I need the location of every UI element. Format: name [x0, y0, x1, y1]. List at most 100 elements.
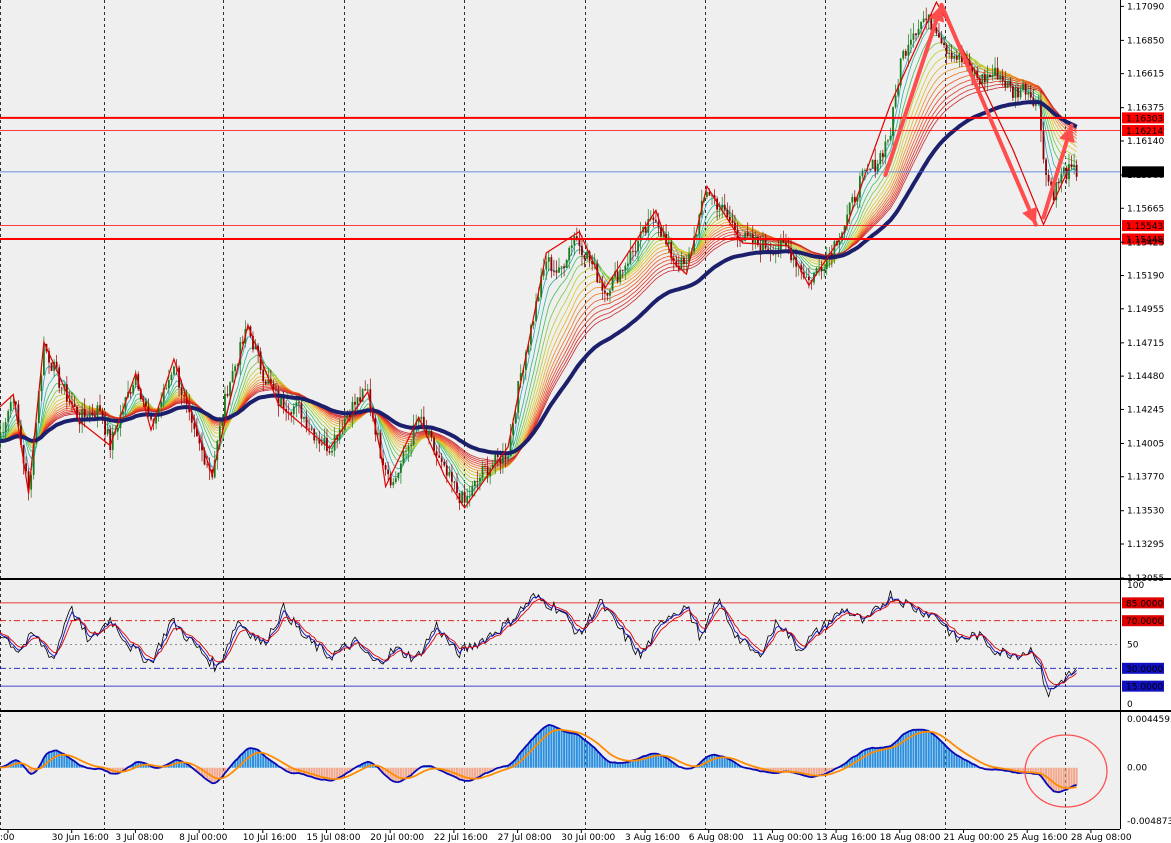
price-tick-label: 1.14955 — [1127, 305, 1164, 315]
candle-body — [473, 481, 476, 487]
price-tick-label: 1.13295 — [1127, 540, 1164, 550]
candle-body — [206, 464, 208, 466]
candle-body — [838, 240, 841, 246]
macd-hist-bar — [932, 734, 935, 768]
time-tick-label: 3 Aug 16:00 — [625, 833, 680, 843]
macd-hist-bar — [940, 741, 943, 768]
candle-body — [871, 159, 874, 169]
candle-body — [884, 141, 887, 157]
candle-body — [2, 432, 4, 434]
macd-hist-bar — [65, 756, 68, 768]
candle-body — [986, 75, 989, 83]
price-axis: 1.163031.162141.159221.155431.154481.170… — [1120, 2, 1171, 827]
macd-hist-bar — [463, 767, 466, 781]
macd-hist-bar — [1073, 767, 1076, 786]
candle-body — [407, 446, 410, 451]
candle-body — [920, 22, 922, 29]
macd-hist-bar — [596, 750, 599, 768]
candle-body — [881, 153, 884, 157]
candle-body — [55, 361, 58, 368]
candle-body — [869, 168, 871, 170]
macd-hist-bar — [313, 767, 316, 778]
macd-hist-bar — [1065, 767, 1068, 790]
candle-body — [264, 381, 267, 384]
candle-body — [879, 153, 882, 165]
candle-body — [938, 33, 940, 38]
candle-body — [708, 191, 711, 196]
candle-body — [397, 472, 400, 479]
macd-hist-bar — [565, 732, 568, 768]
time-tick-label: 8 Jul 00:00 — [179, 833, 228, 843]
time-tick-label: 3 Jul 08:00 — [115, 833, 164, 843]
candle-body — [851, 196, 854, 203]
macd-hist-bar — [904, 733, 907, 768]
macd-hist-bar — [593, 747, 596, 768]
macd-hist-bar — [318, 767, 321, 780]
macd-hist-bar — [723, 757, 726, 768]
macd-hist-bar — [820, 767, 823, 776]
candle-body — [1017, 87, 1019, 98]
candle-body — [346, 414, 349, 419]
macd-hist-bar — [945, 746, 948, 768]
candle-body — [805, 276, 808, 278]
candle-body — [463, 491, 466, 503]
candle-body — [624, 265, 627, 271]
candle-body — [7, 411, 10, 423]
macd-hist-bar — [310, 767, 313, 777]
macd-hist-bar — [886, 746, 889, 768]
macd-hist-bar — [466, 767, 469, 781]
candle-body — [604, 290, 606, 293]
macd-hist-bar — [583, 739, 586, 768]
candle-body — [683, 257, 685, 264]
price-tick-label: 1.16140 — [1127, 137, 1164, 147]
macd-hist-bar — [547, 724, 550, 768]
candle-body — [331, 450, 333, 453]
osc-tick-label: 100 — [1127, 581, 1144, 591]
time-tick-label: 15 Jul 08:00 — [307, 833, 361, 843]
macd-hist-bar — [899, 736, 902, 768]
macd-hist-bar — [927, 730, 930, 768]
macd-hist-bar — [259, 752, 262, 768]
candle-body — [328, 451, 331, 453]
macd-hist-bar — [588, 743, 591, 768]
candle-body — [333, 435, 336, 451]
candle-body — [565, 260, 568, 268]
time-tick-label: :00 — [0, 833, 15, 843]
trading-chart[interactable]: 1.163031.162141.159221.155431.154481.170… — [0, 0, 1171, 843]
candle-body — [484, 465, 486, 467]
candle-body — [359, 397, 361, 402]
candle-body — [655, 220, 657, 222]
candle-body — [629, 250, 632, 264]
candle-body — [308, 428, 310, 430]
candle-body — [570, 245, 573, 248]
candle-body — [262, 369, 265, 382]
candle-body — [894, 95, 897, 108]
candle-body — [723, 204, 726, 210]
candle-body — [953, 55, 956, 59]
candle-body — [721, 204, 724, 209]
candle-body — [598, 282, 601, 284]
candle-body — [4, 422, 7, 433]
candle-body — [621, 269, 624, 271]
macd-hist-bar — [338, 767, 341, 778]
macd-hist-bar — [953, 753, 956, 768]
osc-level-tag-label: 85.0000 — [1126, 599, 1163, 609]
macd-hist-bar — [662, 756, 665, 768]
macd-hist-bar — [864, 749, 866, 768]
price-tick-label: 1.15425 — [1127, 238, 1164, 248]
macd-hist-bar — [560, 729, 563, 768]
candle-body — [667, 242, 670, 245]
candle-body — [292, 406, 295, 415]
macd-hist-bar — [726, 758, 729, 768]
candle-body — [876, 164, 879, 173]
macd-hist-bar — [1052, 767, 1055, 792]
price-tick-label: 1.14005 — [1127, 439, 1164, 449]
candle-body — [950, 52, 953, 59]
price-tick-label: 1.13770 — [1127, 473, 1164, 483]
candle-body — [619, 269, 622, 282]
candle-body — [1006, 81, 1009, 88]
macd-hist-bar — [1057, 767, 1060, 793]
time-tick-label: 22 Jul 16:00 — [434, 833, 488, 843]
candle-body — [731, 220, 734, 223]
candle-body — [943, 42, 945, 46]
